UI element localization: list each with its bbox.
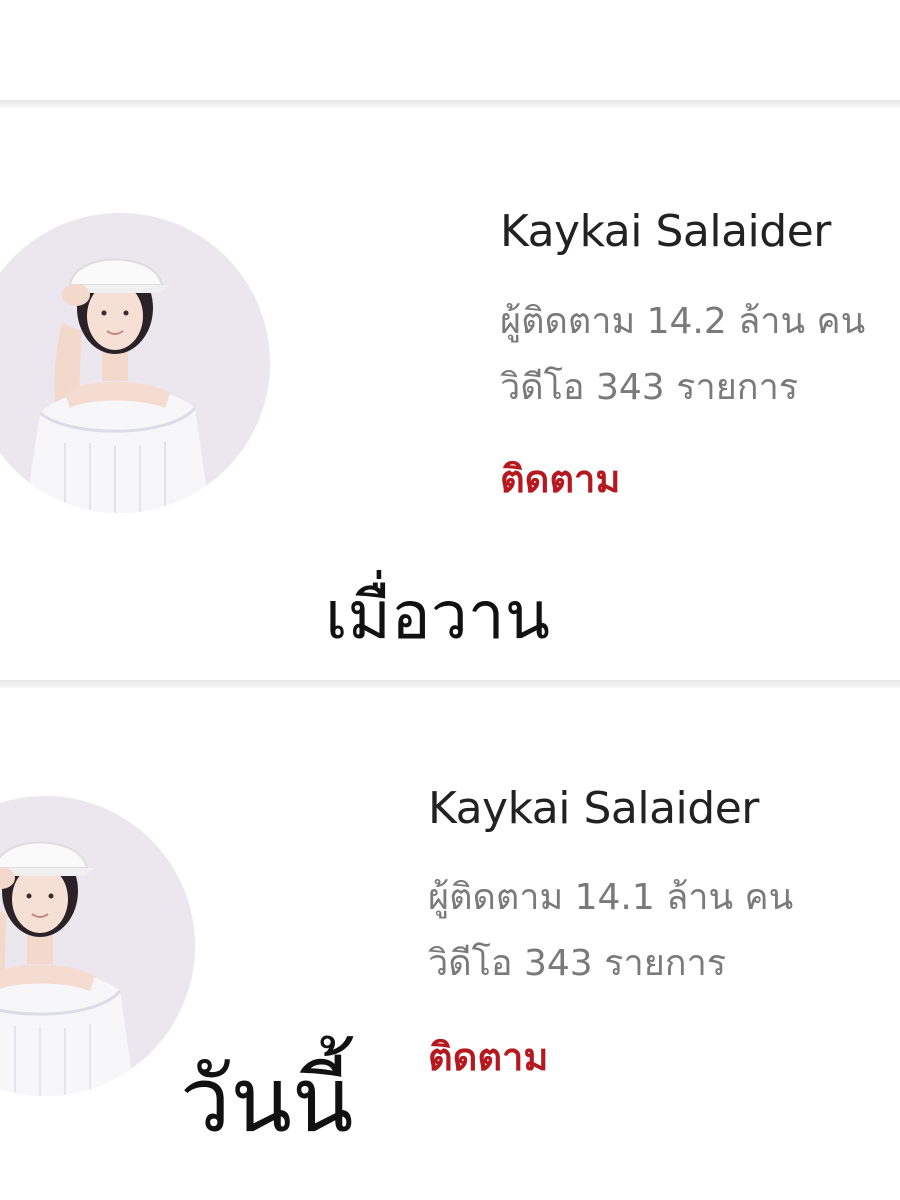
subscriber-count: ผู้ติดตาม 14.1 ล้าน คน xyxy=(428,877,794,918)
channel-avatar[interactable] xyxy=(0,796,195,1096)
avatar-photo-icon xyxy=(0,796,195,1096)
channel-name[interactable]: Kaykai Salaider xyxy=(428,783,759,834)
top-divider xyxy=(0,100,900,108)
follow-button[interactable]: ติดตาม xyxy=(428,1026,548,1087)
comparison-screenshot: Kaykai Salaider ผู้ติดตาม 14.2 ล้าน คน ว… xyxy=(0,0,900,1200)
channel-name[interactable]: Kaykai Salaider xyxy=(500,206,831,257)
subscriber-count: ผู้ติดตาม 14.2 ล้าน คน xyxy=(500,301,866,342)
date-caption: วันนี้ xyxy=(180,1048,354,1153)
middle-divider xyxy=(0,680,900,688)
channel-card-yesterday: Kaykai Salaider ผู้ติดตาม 14.2 ล้าน คน ว… xyxy=(0,108,900,680)
follow-button[interactable]: ติดตาม xyxy=(500,448,620,509)
channel-avatar[interactable] xyxy=(0,213,270,513)
channel-card-today: Kaykai Salaider ผู้ติดตาม 14.1 ล้าน คน ว… xyxy=(0,688,900,1200)
video-count: วิดีโอ 343 รายการ xyxy=(500,367,799,408)
date-caption: เมื่อวาน xyxy=(325,577,550,654)
video-count: วิดีโอ 343 รายการ xyxy=(428,943,727,984)
avatar-photo-icon xyxy=(0,213,270,513)
